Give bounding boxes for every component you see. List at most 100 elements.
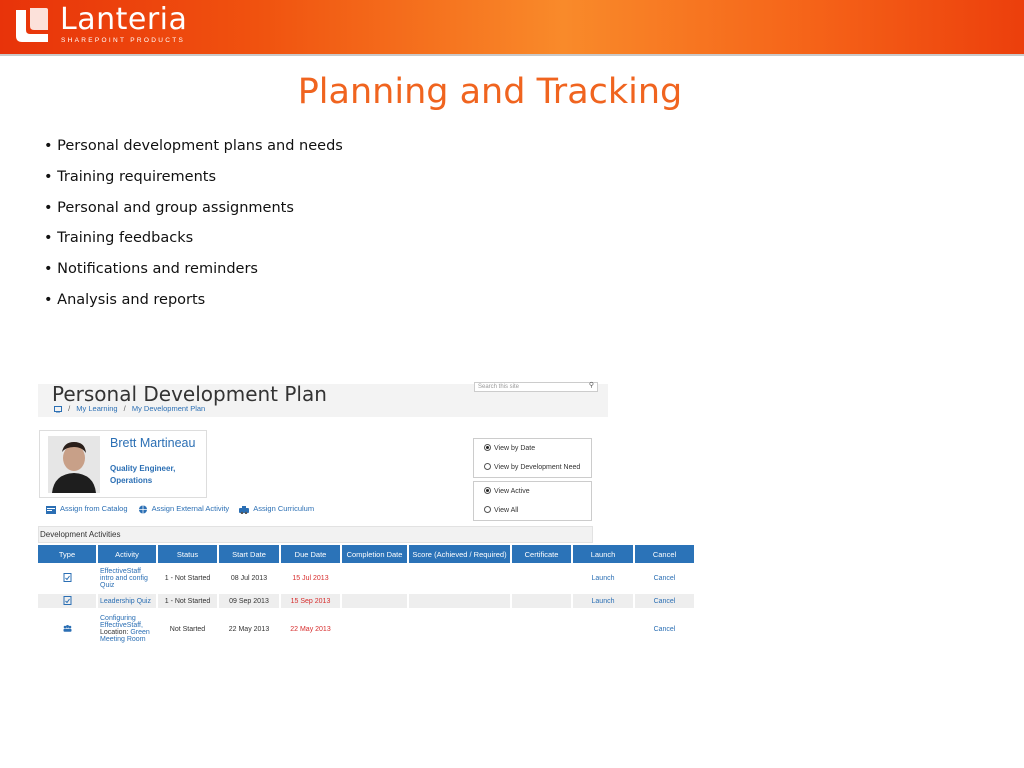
- search-icon[interactable]: ⚲: [589, 382, 594, 390]
- feature-item: • Analysis and reports: [44, 291, 206, 308]
- activity-link[interactable]: Configuring EffectiveStaff,: [100, 615, 143, 629]
- quiz-icon: [63, 573, 71, 582]
- type-cell: [38, 608, 96, 650]
- home-icon[interactable]: [54, 405, 62, 413]
- assign-external-activity-link[interactable]: Assign External Activity: [138, 504, 230, 514]
- column-header-type[interactable]: Type: [38, 545, 96, 563]
- breadcrumb-my-development-plan[interactable]: My Development Plan: [132, 404, 205, 413]
- feature-item: • Training feedbacks: [44, 230, 194, 247]
- radio-view-by-need[interactable]: View by Development Need: [474, 458, 591, 477]
- completion-date-cell: [342, 563, 407, 594]
- page-title: Personal Development Plan: [52, 382, 327, 406]
- score-cell: [409, 608, 510, 650]
- action-label: Assign External Activity: [151, 504, 230, 513]
- column-header-launch[interactable]: Launch: [573, 545, 633, 563]
- lanteria-logo-icon: [16, 8, 48, 42]
- cancel-link[interactable]: Cancel: [635, 594, 694, 608]
- activity-link[interactable]: EffectiveStaff intro and config Quiz: [98, 563, 156, 594]
- brand-name: Lanteria: [60, 2, 188, 37]
- profile-job-title[interactable]: Quality Engineer,: [110, 463, 175, 475]
- column-header-start-date[interactable]: Start Date: [219, 545, 279, 563]
- radio-view-by-date[interactable]: View by Date: [474, 439, 591, 458]
- curriculum-icon: [239, 505, 250, 514]
- launch-link[interactable]: [573, 608, 633, 650]
- action-label: Assign from Catalog: [60, 504, 128, 513]
- type-cell: [38, 563, 96, 594]
- classroom-icon: [63, 624, 71, 632]
- cancel-link[interactable]: Cancel: [635, 563, 694, 594]
- radio-label: View Active: [494, 488, 530, 495]
- radio-selected-icon[interactable]: [484, 443, 491, 451]
- start-date-cell: 08 Jul 2013: [230, 575, 268, 582]
- action-label: Assign Curriculum: [253, 504, 315, 513]
- radio-unselected-icon[interactable]: [484, 462, 491, 470]
- breadcrumb-separator: /: [68, 404, 71, 413]
- column-header-status[interactable]: Status: [158, 545, 217, 563]
- breadcrumb-separator: /: [123, 404, 126, 413]
- certificate-cell: [512, 563, 571, 594]
- feature-list: • Personal development plans and needs •…: [44, 137, 343, 322]
- column-header-score[interactable]: Score (Achieved / Required): [409, 545, 510, 563]
- status-cell: Not Started: [169, 625, 206, 633]
- table-row: EffectiveStaff intro and config Quiz 1 -…: [38, 563, 694, 594]
- completion-date-cell: [342, 608, 407, 650]
- column-header-cancel[interactable]: Cancel: [635, 545, 694, 563]
- quiz-icon: [63, 595, 71, 605]
- radio-label: View by Development Need: [494, 464, 581, 471]
- search-input[interactable]: Search this site ⚲: [474, 382, 598, 392]
- brand-tagline: SHAREPOINT PRODUCTS: [61, 37, 186, 44]
- header-banner: Lanteria SHAREPOINT PRODUCTS: [0, 0, 1024, 56]
- due-date-cell: 22 May 2013: [290, 625, 331, 633]
- score-cell: [409, 594, 510, 608]
- view-mode-options: View by Date View by Development Need: [473, 438, 592, 478]
- radio-selected-icon[interactable]: [484, 486, 491, 494]
- section-title: Development Activities: [38, 526, 593, 543]
- profile-card: Brett Martineau Quality Engineer, Operat…: [39, 430, 207, 498]
- certificate-cell: [512, 594, 571, 608]
- launch-link[interactable]: Launch: [573, 594, 633, 608]
- radio-view-all[interactable]: View All: [474, 501, 591, 520]
- profile-name[interactable]: Brett Martineau: [110, 436, 195, 450]
- feature-item: • Notifications and reminders: [44, 261, 258, 278]
- pdp-screenshot: Personal Development Plan / My Learning …: [38, 382, 704, 658]
- table-row: Configuring EffectiveStaff, Location: Gr…: [38, 608, 694, 650]
- action-links: Assign from Catalog Assign External Acti…: [46, 504, 322, 514]
- globe-icon: [138, 504, 147, 514]
- search-placeholder: Search this site: [478, 384, 520, 390]
- activity-cell: Configuring EffectiveStaff, Location: Gr…: [98, 608, 156, 650]
- slide-title-text: Planning and Tracking: [297, 72, 683, 112]
- feature-item: • Personal and group assignments: [44, 199, 294, 216]
- start-date-cell: 22 May 2013: [228, 625, 270, 633]
- breadcrumb: / My Learning / My Development Plan: [54, 404, 205, 413]
- column-header-certificate[interactable]: Certificate: [512, 545, 571, 563]
- radio-unselected-icon[interactable]: [484, 505, 491, 513]
- cancel-link[interactable]: Cancel: [635, 608, 694, 650]
- start-date-cell: 09 Sep 2013: [219, 594, 279, 608]
- due-date-cell: 15 Sep 2013: [281, 594, 340, 608]
- certificate-cell: [512, 608, 571, 650]
- activity-location-label: Location:: [100, 629, 131, 636]
- catalog-icon: [46, 505, 56, 514]
- column-header-activity[interactable]: Activity: [98, 545, 156, 563]
- column-header-due-date[interactable]: Due Date: [281, 545, 340, 563]
- profile-department[interactable]: Operations: [110, 475, 175, 487]
- avatar: [48, 436, 100, 493]
- view-filter-options: View Active View All: [473, 481, 592, 521]
- pdp-header: Personal Development Plan / My Learning …: [38, 382, 608, 417]
- score-cell: [409, 563, 510, 594]
- slide-title: Planning and Tracking: [0, 72, 980, 112]
- profile-job: Quality Engineer, Operations: [110, 463, 175, 487]
- table-row: Leadership Quiz 1 - Not Started 09 Sep 2…: [38, 594, 694, 608]
- radio-view-active[interactable]: View Active: [474, 482, 591, 501]
- activity-link[interactable]: Leadership Quiz: [98, 594, 156, 608]
- status-cell: 1 - Not Started: [164, 575, 211, 582]
- column-header-completion-date[interactable]: Completion Date: [342, 545, 407, 563]
- feature-item: • Training requirements: [44, 168, 217, 185]
- assign-from-catalog-link[interactable]: Assign from Catalog: [46, 504, 128, 514]
- due-date-cell: 15 Jul 2013: [292, 575, 329, 582]
- assign-curriculum-link[interactable]: Assign Curriculum: [239, 504, 314, 514]
- radio-label: View All: [494, 507, 519, 514]
- completion-date-cell: [342, 594, 407, 608]
- launch-link[interactable]: Launch: [573, 563, 633, 594]
- breadcrumb-my-learning[interactable]: My Learning: [76, 404, 117, 413]
